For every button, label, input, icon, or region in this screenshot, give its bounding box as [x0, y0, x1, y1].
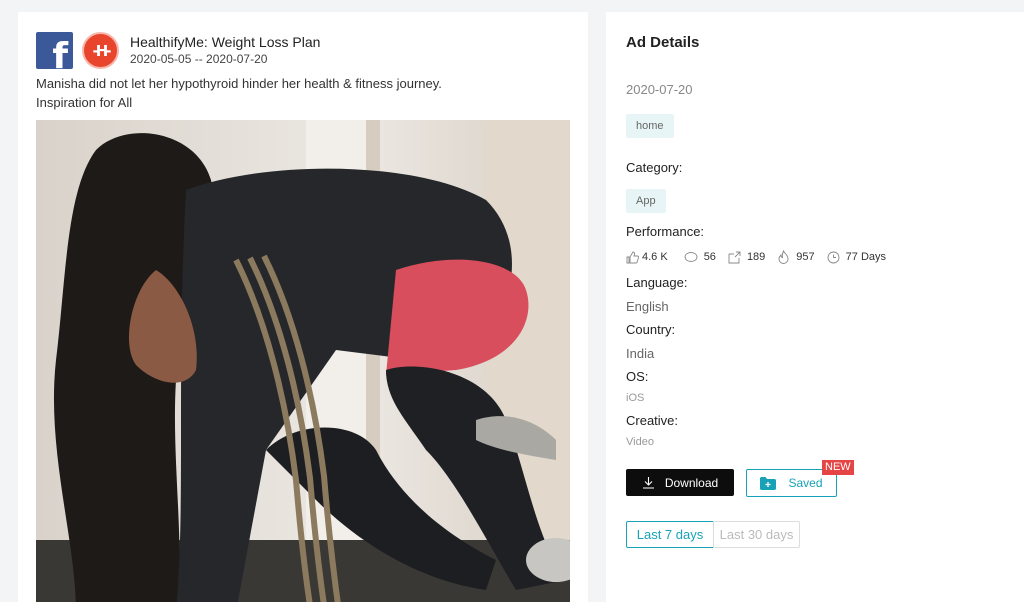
language-value: English [626, 299, 669, 314]
folder-plus-icon [760, 476, 777, 490]
os-value: iOS [626, 392, 645, 404]
advertiser-name: HealthifyMe: Weight Loss Plan [130, 34, 321, 50]
clock-icon [827, 251, 840, 263]
language-label: Language: [626, 275, 688, 290]
performance-stats: 4.6 K 56 189 957 77 Days [626, 250, 898, 264]
ad-date-range: 2020-05-05 -- 2020-07-20 [130, 52, 268, 66]
creative-label: Creative: [626, 413, 679, 428]
ad-caption: Manisha did not let her hypothyroid hind… [36, 76, 442, 110]
shares-stat: 189 [728, 251, 765, 264]
fire-icon [778, 250, 789, 264]
brand-logo: -H- [82, 32, 119, 69]
download-icon [642, 477, 654, 489]
category-tag[interactable]: App [626, 189, 666, 213]
duration-value: 77 Days [845, 251, 887, 263]
range-last-30-days[interactable]: Last 30 days [713, 521, 800, 548]
country-value: India [626, 346, 655, 361]
range-last-7-days[interactable]: Last 7 days [626, 521, 714, 548]
category-label: Category: [626, 160, 683, 175]
brand-logo-glyph: -H- [92, 41, 111, 60]
creative-value: Video [626, 436, 654, 448]
heat-stat: 957 [777, 250, 815, 264]
tag-home[interactable]: home [626, 114, 674, 138]
shares-count: 189 [746, 251, 766, 263]
share-icon [728, 251, 741, 263]
facebook-glyph: f [52, 36, 68, 70]
ad-date: 2020-07-20 [626, 82, 693, 97]
new-badge: NEW [822, 460, 854, 475]
facebook-logo-icon: f [36, 32, 73, 69]
saved-label: Saved [788, 476, 823, 490]
download-label: Download [664, 475, 719, 490]
likes-count: 4.6 K [642, 251, 668, 263]
duration-stat: 77 Days [827, 251, 886, 264]
comment-icon [684, 251, 698, 262]
ad-preview-card: f -H- HealthifyMe: Weight Loss Plan 2020… [18, 12, 588, 602]
heat-count: 957 [796, 251, 815, 263]
like-icon [626, 251, 639, 263]
country-label: Country: [626, 322, 676, 337]
performance-label: Performance: [626, 224, 705, 239]
ad-details-panel: Ad Details 2020-07-20 home Category: App… [606, 12, 1024, 602]
comments-stat: 56 [684, 251, 716, 264]
ad-media-image[interactable] [36, 120, 570, 602]
os-label: OS: [626, 369, 649, 384]
likes-stat: 4.6 K [626, 251, 668, 264]
panel-title: Ad Details [626, 34, 700, 51]
download-button[interactable]: Download [626, 469, 734, 496]
comments-count: 56 [703, 251, 716, 263]
